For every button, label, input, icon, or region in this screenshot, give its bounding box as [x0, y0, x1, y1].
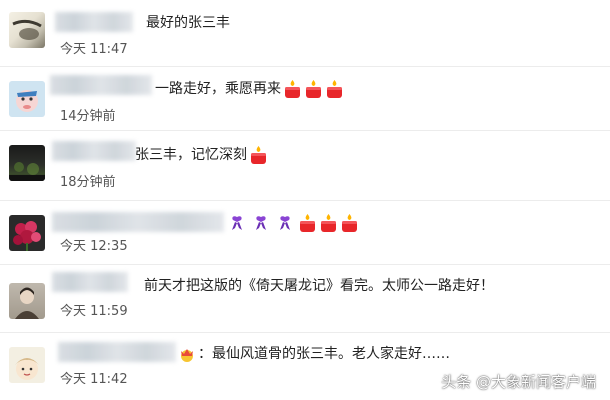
comment-text: ：最仙风道骨的张三丰。老人家走好…… — [178, 344, 450, 364]
candle-icon — [249, 145, 268, 165]
comment-text: 一路走好，乘愿再来 — [155, 79, 344, 99]
comment-item: 一路走好，乘愿再来 14分钟前 — [0, 67, 610, 127]
candle-icon — [325, 79, 344, 99]
comment-text-body: 张三丰，记忆深刻 — [135, 147, 247, 163]
comment-text: 最好的张三丰 — [146, 15, 230, 31]
comment-item: 最好的张三丰 今天 11:47 — [0, 0, 610, 64]
comment-time: 14分钟前 — [60, 109, 116, 124]
comment-item: 前天才把这版的《倚天屠龙记》看完。太师公一路走好！ 今天 11:59 — [0, 265, 610, 331]
comment-text: 前天才把这版的《倚天屠龙记》看完。太师公一路走好！ — [144, 278, 494, 294]
comment-text: 张三丰，记忆深刻 — [135, 145, 268, 165]
username-blurred[interactable] — [52, 272, 128, 292]
username-blurred[interactable] — [52, 212, 224, 232]
candle-icon — [340, 213, 359, 233]
candle-icon — [283, 79, 302, 99]
comment-time: 今天 11:59 — [60, 304, 128, 319]
comment-text — [224, 213, 359, 233]
username-blurred[interactable] — [55, 12, 133, 32]
comment-text-body: ：最仙风道骨的张三丰。老人家走好…… — [198, 346, 450, 362]
candle-icon — [298, 213, 317, 233]
watermark: 头条 @大象新闻客户端 — [441, 373, 596, 391]
avatar[interactable] — [9, 12, 45, 48]
avatar[interactable] — [9, 145, 45, 181]
username-blurred[interactable] — [50, 75, 152, 95]
mourning-ribbon-icon — [278, 215, 292, 231]
mourning-ribbon-icon — [230, 215, 244, 231]
comment-item: 今天 12:35 — [0, 201, 610, 263]
comment-time: 今天 12:35 — [60, 239, 128, 254]
comment-text-body: 一路走好，乘愿再来 — [155, 81, 281, 97]
comment-time: 18分钟前 — [60, 175, 116, 190]
avatar[interactable] — [9, 283, 45, 319]
crown-emoji-icon — [178, 345, 196, 363]
comment-time: 今天 11:47 — [60, 42, 128, 57]
comment-item: 张三丰，记忆深刻 18分钟前 — [0, 131, 610, 197]
avatar[interactable] — [9, 215, 45, 251]
candle-icon — [304, 79, 323, 99]
avatar[interactable] — [9, 81, 45, 117]
mourning-ribbon-icon — [254, 215, 268, 231]
username-blurred[interactable] — [58, 342, 176, 362]
candle-icon — [319, 213, 338, 233]
comment-time: 今天 11:42 — [60, 372, 128, 387]
avatar[interactable] — [9, 347, 45, 383]
username-blurred[interactable] — [52, 141, 136, 161]
